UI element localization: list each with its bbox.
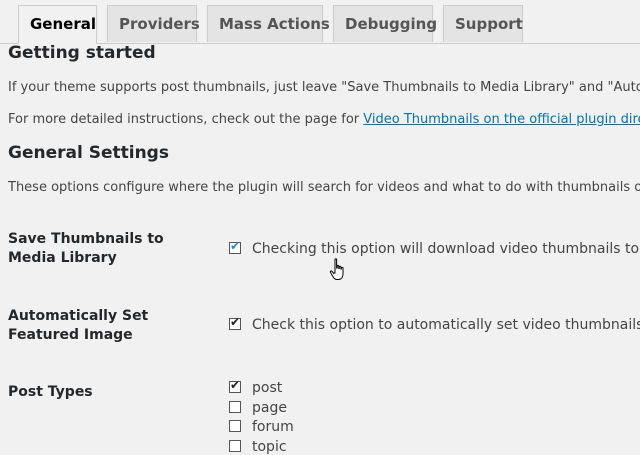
general-settings-heading: General Settings bbox=[8, 143, 169, 163]
tab-general[interactable]: General bbox=[18, 5, 97, 44]
tab-providers[interactable]: Providers bbox=[107, 5, 200, 42]
settings-page: General Providers Mass Actions Debugging… bbox=[0, 0, 640, 455]
checkmark-icon: ✔ bbox=[230, 315, 241, 329]
post-type-topic-checkbox[interactable] bbox=[229, 440, 241, 452]
post-type-forum-checkbox[interactable] bbox=[229, 420, 241, 432]
hand-cursor-icon bbox=[329, 258, 344, 280]
post-type-forum-label: forum bbox=[252, 419, 294, 435]
post-type-post-label: post bbox=[252, 380, 283, 396]
tab-support[interactable]: Support bbox=[443, 5, 523, 42]
set-featured-label: Automatically Set Featured Image bbox=[8, 308, 149, 343]
getting-started-heading: Getting started bbox=[8, 43, 156, 63]
tab-mass-actions[interactable]: Mass Actions bbox=[207, 5, 330, 42]
tab-bar: General Providers Mass Actions Debugging… bbox=[0, 0, 640, 44]
save-thumbnails-label: Save Thumbnails to Media Library bbox=[8, 231, 164, 266]
save-thumbnails-description: Checking this option will download video… bbox=[252, 241, 640, 257]
general-settings-intro: These options configure where the plugin… bbox=[8, 180, 640, 195]
post-types-label: Post Types bbox=[8, 384, 93, 400]
instructions-prefix: For more detailed instructions, check ou… bbox=[8, 112, 364, 127]
instructions-text: For more detailed instructions, check ou… bbox=[8, 112, 640, 127]
set-featured-description: Check this option to automatically set v… bbox=[252, 317, 640, 333]
checkmark-icon: ✔ bbox=[230, 378, 241, 392]
getting-started-text: If your theme supports post thumbnails, … bbox=[8, 80, 640, 95]
plugin-directory-link[interactable]: Video Thumbnails on the official plugin … bbox=[363, 112, 640, 127]
set-featured-checkbox[interactable]: ✔ bbox=[229, 315, 241, 330]
post-type-post-checkbox[interactable]: ✔ bbox=[229, 378, 241, 393]
tab-debugging[interactable]: Debugging bbox=[333, 5, 437, 42]
post-type-page-label: page bbox=[252, 400, 287, 416]
checkmark-icon: ✔ bbox=[230, 239, 241, 253]
post-type-page-checkbox[interactable] bbox=[229, 401, 241, 413]
post-type-topic-label: topic bbox=[252, 439, 287, 455]
save-thumbnails-checkbox[interactable]: ✔ bbox=[229, 239, 241, 254]
